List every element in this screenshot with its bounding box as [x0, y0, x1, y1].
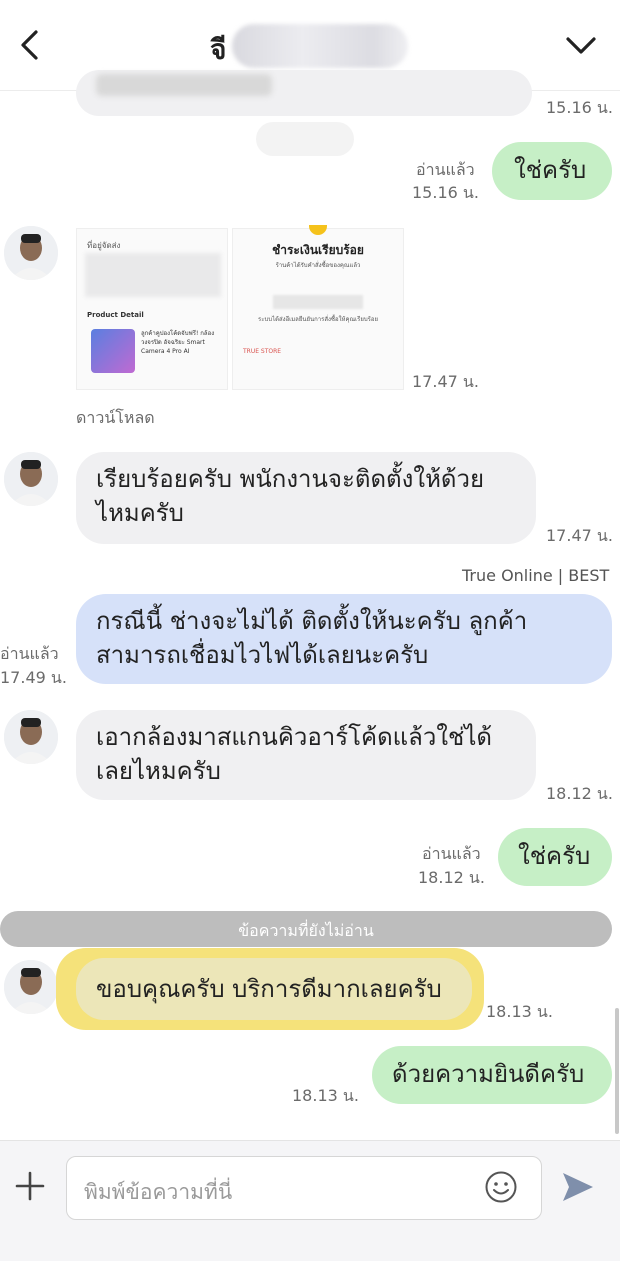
message-text: ขอบคุณครับ บริการดีมากเลยครับ: [96, 975, 442, 1003]
scrollbar[interactable]: [615, 1008, 619, 1134]
product-image: [91, 329, 135, 373]
thumb-line: ร้านค้าได้รับคำสั่งซื้อของคุณแล้ว: [275, 262, 361, 269]
read-receipt: อ่านแล้ว: [422, 844, 481, 863]
thumb-line: ระบบได้ส่งอีเมลยืนยันการสั่งซื้อให้คุณเร…: [258, 316, 378, 323]
download-link[interactable]: ดาวน์โหลด: [76, 406, 155, 431]
send-icon[interactable]: [560, 1170, 596, 1204]
read-receipt: อ่านแล้ว: [416, 160, 475, 179]
person-icon: [4, 710, 58, 764]
avatar[interactable]: [4, 226, 58, 280]
message-time: 15.16 น.: [412, 183, 479, 202]
person-icon: [4, 226, 58, 280]
message-text-line: สามารถเชื่อมไวไฟได้เลยนะครับ: [96, 641, 429, 669]
message-text: ใช่ครับ: [518, 842, 591, 870]
message-time: 17.47 น.: [412, 372, 479, 391]
thumb-section: Product Detail: [87, 311, 144, 319]
image-thumbnail-left[interactable]: ที่อยู่จัดส่ง Product Detail ลูกค้าคูปอง…: [76, 228, 228, 390]
message-input-placeholder: พิมพ์ข้อความที่นี่: [84, 1180, 233, 1204]
blurred-name: [232, 24, 408, 68]
blurred-address: [85, 253, 221, 297]
person-icon: [4, 452, 58, 506]
chevron-left-icon[interactable]: [14, 28, 46, 62]
success-icon: [309, 225, 327, 235]
message-text-line: ไหมครับ: [96, 499, 184, 527]
date-chip: [256, 122, 354, 156]
chevron-down-icon[interactable]: [564, 30, 598, 60]
avatar[interactable]: [4, 452, 58, 506]
avatar[interactable]: [4, 960, 58, 1014]
image-thumbnail-right[interactable]: ชำระเงินเรียบร้อย ร้านค้าได้รับคำสั่งซื้…: [232, 225, 404, 390]
sender-label: True Online | BEST: [462, 566, 610, 585]
message-text-line: เรียบร้อยครับ พนักงานจะติดตั้งให้ด้วย: [96, 465, 485, 493]
message-time: 18.13 น.: [292, 1086, 359, 1105]
message-time: 18.13 น.: [486, 1002, 553, 1021]
thumb-title: ชำระเงินเรียบร้อย: [272, 243, 364, 257]
partial-message-text: [96, 74, 272, 96]
message-text-line: เลยไหมครับ: [96, 757, 221, 785]
message-text-line: กรณีนี้ ช่างจะไม่ได้ ติดตั้งให้นะครับ ลู…: [96, 607, 528, 635]
message-time: 17.49 น.: [0, 668, 67, 687]
message-text: ด้วยความยินดีครับ: [392, 1060, 585, 1088]
blurred-order-id: [273, 295, 363, 309]
thumb-note: TRUE STORE: [243, 348, 282, 355]
read-receipt: อ่านแล้ว: [0, 644, 59, 663]
message-time: 18.12 น.: [546, 784, 613, 803]
message-text: ใช่ครับ: [514, 156, 587, 184]
message-time: 15.16 น.: [546, 98, 613, 117]
message-text-line: เอากล้องมาสแกนคิวอาร์โค้ดแล้วใช่ได้: [96, 723, 492, 751]
message-time: 17.47 น.: [546, 526, 613, 545]
product-name: ลูกค้าคูปองโค้ดจับฟรี! กล้องวงจรปิด อัจฉ…: [141, 330, 215, 355]
plus-icon[interactable]: [14, 1170, 46, 1202]
unread-divider-label: ข้อความที่ยังไม่อ่าน: [238, 921, 374, 940]
smiley-icon[interactable]: [484, 1170, 518, 1204]
avatar[interactable]: [4, 710, 58, 764]
chat-title: จี: [210, 33, 227, 66]
person-icon: [4, 960, 58, 1014]
message-time: 18.12 น.: [418, 868, 485, 887]
thumb-title: ที่อยู่จัดส่ง: [87, 241, 121, 250]
